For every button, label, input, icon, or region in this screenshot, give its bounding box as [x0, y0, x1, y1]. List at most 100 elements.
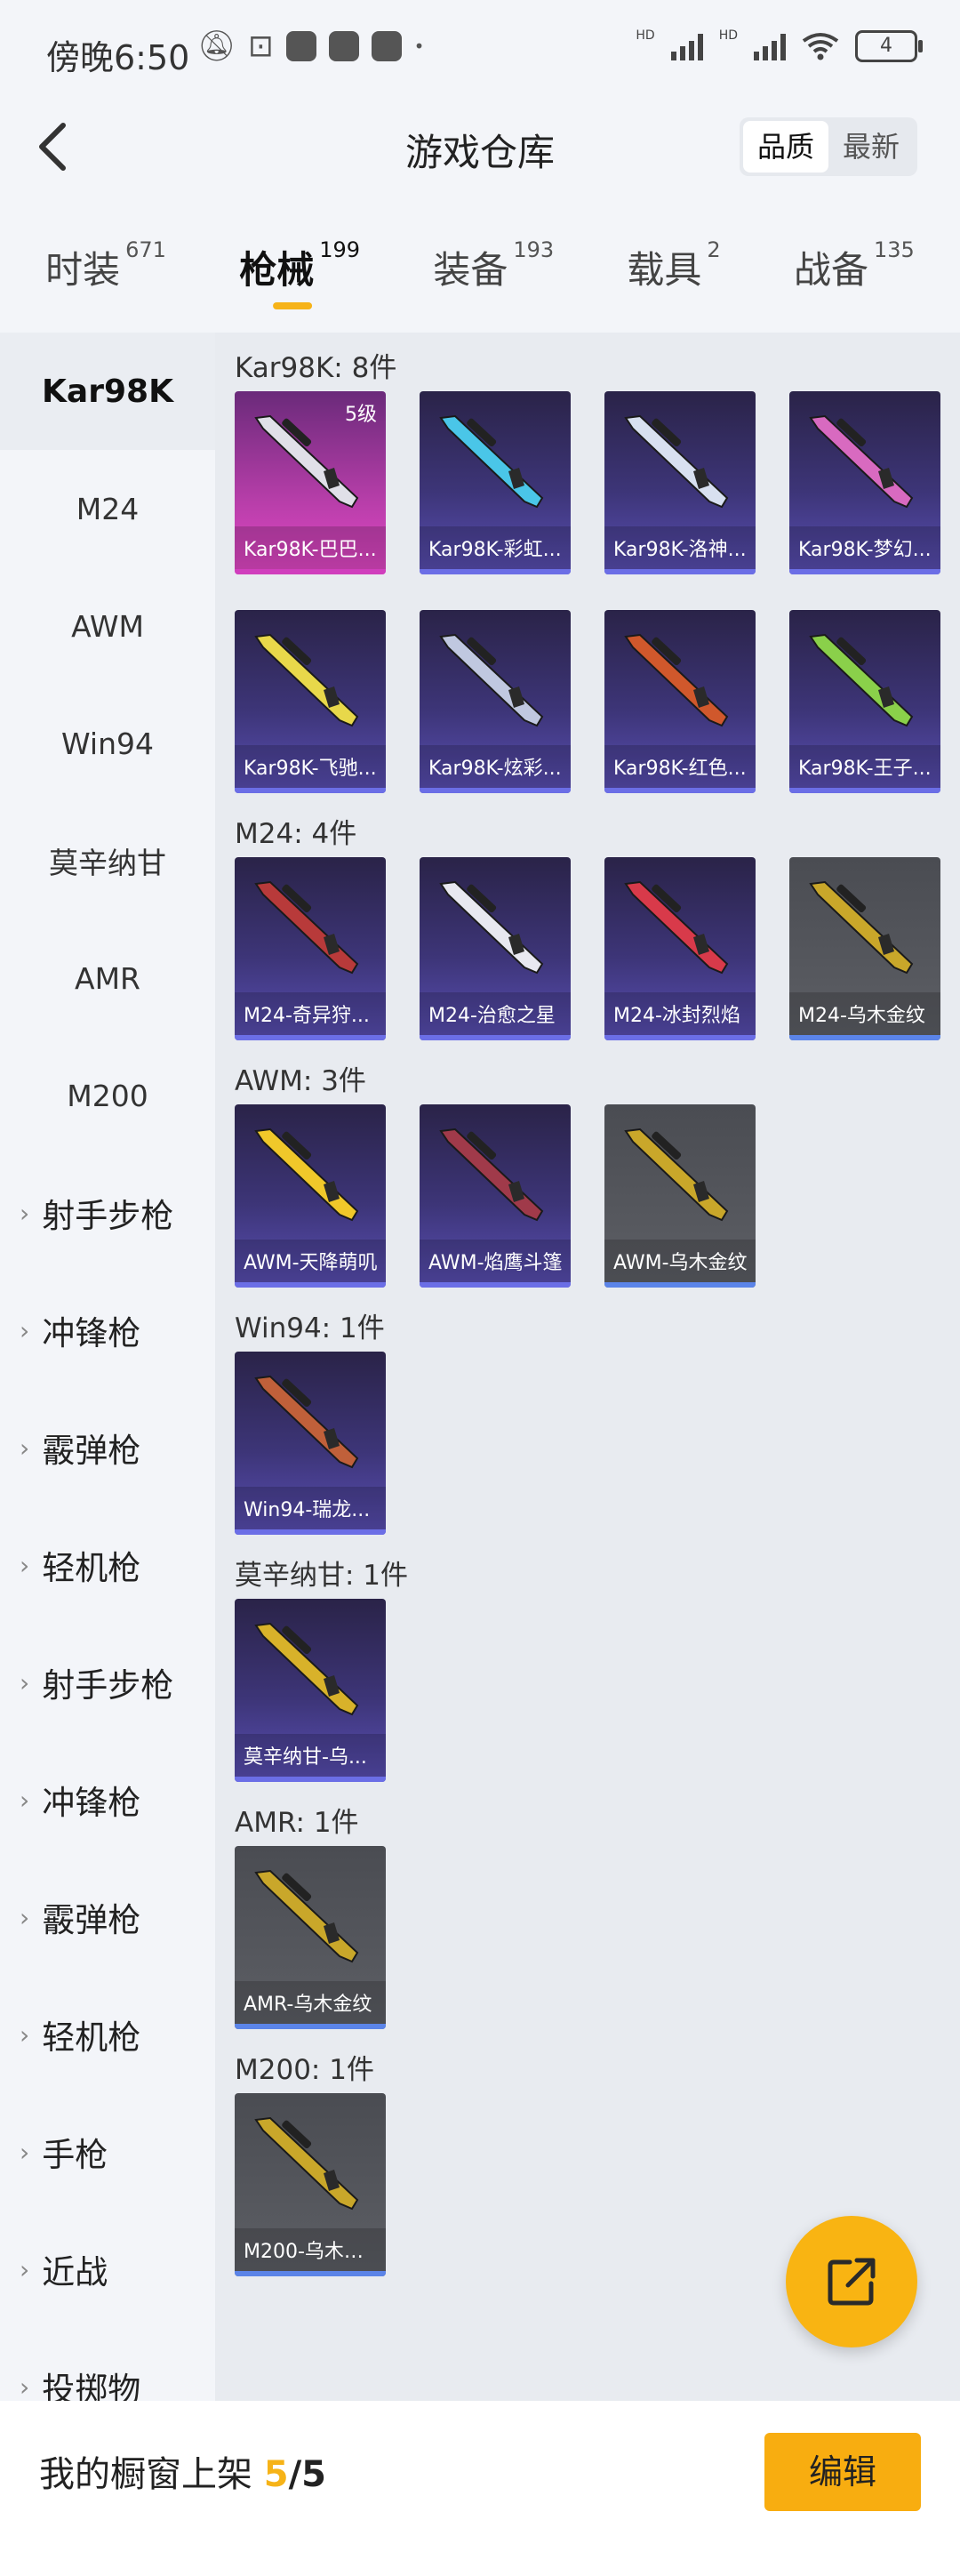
app-notification-icon: [371, 31, 402, 61]
weapon-card[interactable]: Kar98K-王子...: [789, 610, 940, 793]
tab-equipment[interactable]: 装备 193: [433, 222, 554, 329]
tab-firearms[interactable]: 枪械 199: [239, 222, 360, 329]
chevron-right-icon: ›: [20, 2254, 30, 2284]
weapon-card[interactable]: AWM-天降萌叽: [235, 1104, 386, 1288]
rifle-icon: [624, 633, 729, 727]
weapon-name: AWM-天降萌叽: [244, 1252, 378, 1274]
weapon-name: 莫辛纳甘-乌...: [244, 1746, 367, 1769]
level-badge: 5级: [345, 404, 377, 426]
sidebar-item[interactable]: › 射手步枪: [0, 1624, 215, 1741]
rarity-strip: [420, 1035, 571, 1040]
sidebar-item[interactable]: M200: [0, 1037, 215, 1154]
rifle-icon: [809, 633, 914, 727]
tab-count: 135: [873, 237, 915, 262]
sidebar-item[interactable]: Kar98K: [0, 333, 215, 450]
sidebar-item-label: M200: [67, 1078, 148, 1113]
rarity-strip: [604, 788, 756, 793]
rarity-strip: [604, 1035, 756, 1040]
weapon-card[interactable]: Kar98K-梦幻...: [789, 391, 940, 574]
tab-count: 2: [707, 237, 721, 262]
sidebar-item[interactable]: › 射手步枪: [0, 1154, 215, 1272]
sort-quality-option[interactable]: 品质: [742, 121, 828, 173]
sidebar-item[interactable]: › 霰弹枪: [0, 1389, 215, 1506]
sidebar-item[interactable]: › 冲锋枪: [0, 1741, 215, 1858]
status-system-icons: HD HD 4: [636, 28, 923, 62]
sidebar-item[interactable]: › 手枪: [0, 2093, 215, 2211]
tab-supplies[interactable]: 战备 135: [794, 222, 915, 329]
weapon-sidebar: Kar98K M24 AWM Win94 莫辛纳甘 AMR M200 › 射手步枪 › 冲锋枪 › 霰弹…: [0, 333, 215, 2401]
tab-label: 时装: [45, 248, 121, 292]
sidebar-item-label: Kar98K: [42, 373, 173, 410]
weapon-name: Kar98K-王子...: [798, 758, 932, 780]
weapon-card[interactable]: Kar98K-洛神...: [604, 391, 756, 574]
sidebar-item[interactable]: AWM: [0, 567, 215, 685]
chevron-right-icon: ›: [20, 1667, 30, 1697]
sidebar-item-label: 近战: [42, 2253, 108, 2291]
weapon-card[interactable]: Kar98K-彩虹...: [420, 391, 571, 574]
weapon-card[interactable]: M24-冰封烈焰: [604, 857, 756, 1040]
sort-toggle: 品质 最新: [739, 117, 917, 176]
sidebar-item[interactable]: AMR: [0, 919, 215, 1037]
weapon-name: M24-治愈之星: [428, 1005, 556, 1027]
sidebar-item[interactable]: 莫辛纳甘: [0, 802, 215, 919]
tab-fashion[interactable]: 时装 671: [45, 222, 166, 329]
rifle-icon: [254, 1375, 359, 1469]
sidebar-item[interactable]: Win94: [0, 685, 215, 802]
chevron-right-icon: ›: [20, 1902, 30, 1932]
sort-newest-option[interactable]: 最新: [828, 121, 914, 173]
rifle-icon: [439, 414, 544, 509]
weapon-card[interactable]: Kar98K-炫彩...: [420, 610, 571, 793]
rarity-strip: [420, 569, 571, 574]
weapon-name: AWM-乌木金纹: [613, 1252, 748, 1274]
sidebar-item[interactable]: › 轻机枪: [0, 1976, 215, 2093]
header: 游戏仓库 品质 最新: [0, 98, 960, 196]
app-notification-icon: [328, 31, 359, 61]
weapon-card[interactable]: Win94-瑞龙...: [235, 1352, 386, 1535]
sidebar-item-label: AMR: [75, 960, 140, 996]
weapon-card[interactable]: M24-奇异狩...: [235, 857, 386, 1040]
rifle-icon: [254, 2116, 359, 2211]
chevron-right-icon: ›: [20, 1315, 30, 1345]
weapon-card[interactable]: Kar98K-飞驰...: [235, 610, 386, 793]
sidebar-item[interactable]: › 投掷物: [0, 2328, 215, 2401]
weapon-card[interactable]: Kar98K-红色...: [604, 610, 756, 793]
showcase-label: 我的橱窗上架: [39, 2454, 252, 2495]
weapon-card[interactable]: 莫辛纳甘-乌...: [235, 1599, 386, 1782]
hd-badge: HD: [636, 28, 655, 43]
weapon-card[interactable]: AWM-乌木金纹: [604, 1104, 756, 1288]
sidebar-item[interactable]: M24: [0, 450, 215, 567]
rarity-strip: [604, 1282, 756, 1288]
weapon-card[interactable]: 5级 Kar98K-巴巴...: [235, 391, 386, 574]
sidebar-item[interactable]: › 霰弹枪: [0, 1858, 215, 1976]
sidebar-item-label: Win94: [61, 726, 154, 761]
rarity-strip: [235, 788, 386, 793]
weapon-card[interactable]: AWM-焰鹰斗篷: [420, 1104, 571, 1288]
tab-label: 装备: [433, 248, 508, 292]
wifi-icon: [802, 33, 839, 60]
sidebar-item-label: 轻机枪: [42, 1549, 141, 1587]
rarity-strip: [789, 788, 940, 793]
back-button[interactable]: [21, 116, 84, 178]
status-notification-icons: 🔕︎ ⊡ •: [197, 28, 424, 64]
rarity-strip: [789, 569, 940, 574]
weapon-card[interactable]: M24-乌木金纹: [789, 857, 940, 1040]
sidebar-item-label: 霰弹枪: [42, 1432, 141, 1470]
sidebar-item[interactable]: › 冲锋枪: [0, 1272, 215, 1389]
weapon-name: AWM-焰鹰斗篷: [428, 1252, 563, 1274]
weapon-card[interactable]: M24-治愈之星: [420, 857, 571, 1040]
battery-icon: 4: [855, 30, 923, 62]
weapon-card[interactable]: AMR-乌木金纹: [235, 1846, 386, 2029]
weapon-grid: Kar98K: 8件 5级 Kar98K-巴巴... Kar98K-彩虹... Kar9…: [215, 333, 960, 2401]
weapon-name: Kar98K-红色...: [613, 758, 747, 780]
share-fab-button[interactable]: [786, 2216, 917, 2347]
weapon-card[interactable]: M200-乌木金...: [235, 2093, 386, 2276]
tab-vehicles[interactable]: 载具 2: [627, 222, 720, 329]
rarity-strip: [235, 1777, 386, 1782]
weapon-name: Win94-瑞龙...: [244, 1499, 371, 1521]
app-notification-icon: [285, 31, 316, 61]
sidebar-item[interactable]: › 轻机枪: [0, 1506, 215, 1624]
edit-button[interactable]: 编辑: [764, 2433, 921, 2511]
chevron-right-icon: ›: [20, 2019, 30, 2050]
sidebar-item[interactable]: › 近战: [0, 2211, 215, 2328]
rarity-strip: [235, 2271, 386, 2276]
